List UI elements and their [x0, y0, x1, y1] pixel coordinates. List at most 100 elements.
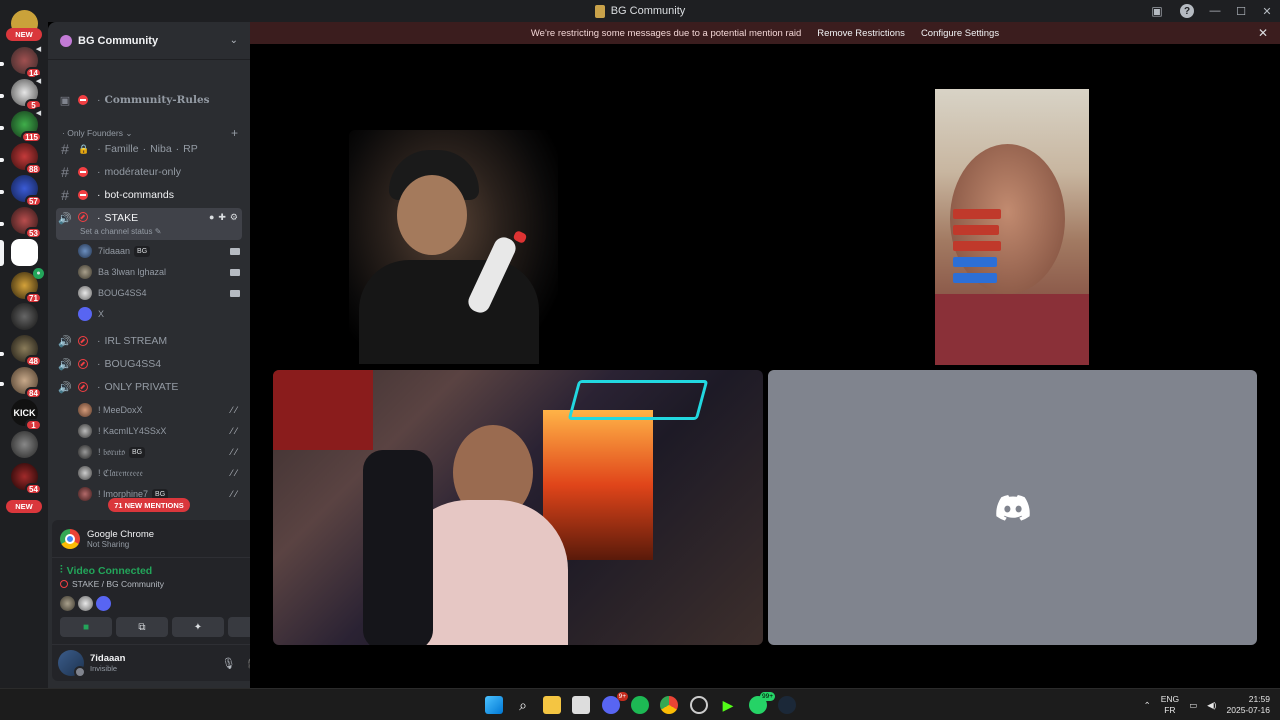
server-icon[interactable]: 54: [11, 463, 42, 495]
file-explorer-icon[interactable]: [543, 696, 561, 714]
channel-label: bot-commands: [104, 189, 174, 201]
voice-user[interactable]: ! 𝔟𝔬𝔯𝔲𝔱𝔬 BG ⁄⁄: [78, 442, 240, 462]
speaker-icon: ◀: [33, 43, 44, 54]
help-icon[interactable]: ?: [1180, 4, 1194, 18]
channel-famille[interactable]: # 🔒 · Famille · Niba · RP: [56, 139, 242, 159]
connection-label[interactable]: Video Connected: [67, 565, 153, 577]
channel-label: STAKE: [104, 212, 139, 224]
voice-user-name: X: [98, 309, 105, 319]
channel-status[interactable]: Set a channel status ✎: [80, 227, 161, 236]
language-indicator[interactable]: ENG FR: [1161, 694, 1179, 716]
raid-notice-bar: We're restricting some messages due to a…: [250, 22, 1280, 45]
new-mentions-pill[interactable]: 71 NEW MENTIONS: [108, 498, 190, 512]
new-unreads-pill[interactable]: NEW: [6, 500, 42, 513]
camera-button[interactable]: ■: [60, 617, 112, 637]
activity-button[interactable]: ✦: [172, 617, 224, 637]
configure-settings-button[interactable]: Configure Settings: [921, 28, 999, 39]
server-icon[interactable]: 88: [11, 143, 42, 175]
remove-restrictions-button[interactable]: Remove Restrictions: [817, 28, 905, 39]
avatar: [78, 307, 92, 321]
close-icon[interactable]: ✕: [1258, 26, 1268, 40]
avatar[interactable]: [58, 650, 86, 678]
volume-icon[interactable]: ◀): [1207, 700, 1216, 711]
text-channel-icon: #: [61, 187, 69, 203]
video-tile[interactable]: [935, 89, 1089, 365]
muted-deafened-icon: ⁄⁄: [230, 489, 240, 499]
server-icon[interactable]: ◀ 115: [11, 107, 44, 143]
inbox-icon[interactable]: ▣: [1142, 0, 1172, 22]
voice-channel-irl-stream[interactable]: 🔊 · IRL STREAM: [56, 331, 242, 351]
voice-location[interactable]: STAKE / BG Community: [72, 579, 164, 589]
avatar[interactable]: [96, 596, 111, 611]
muted-deafened-icon: ⁄⁄: [230, 405, 240, 415]
maximize-button[interactable]: ☐: [1228, 0, 1254, 22]
invite-icon[interactable]: ✚: [218, 212, 226, 223]
voice-user[interactable]: 7idaaan BG: [78, 241, 240, 261]
add-channel-icon[interactable]: +: [231, 126, 238, 140]
windows-start-icon[interactable]: [485, 696, 503, 714]
voice-user[interactable]: BOUG4SS4: [78, 283, 240, 303]
share-screen-button[interactable]: ⧉: [116, 617, 168, 637]
voice-user[interactable]: X: [78, 304, 240, 324]
video-tile[interactable]: [273, 370, 763, 645]
rules-icon: ▣: [59, 94, 71, 107]
clock[interactable]: 21:59 2025-07-16: [1227, 694, 1270, 716]
server-icon[interactable]: ● 71: [11, 268, 44, 304]
voice-channel-only-private[interactable]: 🔊 · ONLY PRIVATE: [56, 377, 242, 397]
server-header[interactable]: BG Community ⌄: [48, 22, 250, 60]
video-tile-camera-off[interactable]: [768, 370, 1257, 645]
chevron-up-icon[interactable]: ⌃: [1144, 700, 1151, 711]
steam-icon[interactable]: [778, 696, 796, 714]
avatar[interactable]: [78, 596, 93, 611]
voice-user-name: ! 𝔟𝔬𝔯𝔲𝔱𝔬: [98, 446, 125, 457]
unread-indicator: [0, 222, 4, 226]
chat-icon[interactable]: ●: [209, 212, 214, 223]
whatsapp-icon[interactable]: 99+: [749, 692, 775, 714]
soundboard-button[interactable]: ✺: [228, 617, 250, 637]
server-icon[interactable]: ◀ 5: [11, 75, 44, 111]
network-icon[interactable]: ▭: [1189, 700, 1197, 711]
spotify-icon[interactable]: [631, 696, 649, 714]
minimize-button[interactable]: —: [1202, 0, 1228, 22]
server-icon[interactable]: 53: [11, 207, 42, 239]
new-unreads-pill[interactable]: NEW: [6, 28, 42, 41]
voice-user[interactable]: ! ℭ𝔩𝔞𝔯𝔢𝔫𝔠𝔢𝔢𝔢𝔢 ⁄⁄: [78, 463, 240, 483]
store-icon[interactable]: [572, 696, 590, 714]
gear-icon[interactable]: ⚙: [230, 212, 238, 223]
avatar: [78, 487, 92, 501]
server-icon-selected[interactable]: [11, 239, 38, 266]
camera-icon: [230, 268, 240, 276]
server-icon[interactable]: 84: [11, 367, 42, 399]
voice-channel-boug4ss4[interactable]: 🔊 · BOUG4SS4: [56, 354, 242, 374]
channel-community-rules[interactable]: ▣ · Community-Rules: [56, 90, 242, 110]
kick-icon[interactable]: ▶: [719, 696, 737, 714]
user-name[interactable]: 7idaaan: [90, 653, 125, 664]
discord-icon[interactable]: 9+: [602, 692, 628, 714]
speaker-icon: ◀: [33, 107, 44, 118]
channel-label: ONLY PRIVATE: [104, 381, 179, 393]
search-icon[interactable]: ⌕: [514, 696, 532, 714]
server-icon[interactable]: 48: [11, 335, 42, 367]
chrome-icon: [60, 528, 80, 549]
close-window-button[interactable]: ✕: [1254, 0, 1280, 22]
channel-bot-commands[interactable]: # · bot-commands: [56, 185, 242, 205]
window-title-text: BG Community: [610, 5, 686, 17]
chrome-taskbar-icon[interactable]: [660, 696, 678, 714]
server-icon[interactable]: KICK 1: [11, 399, 42, 431]
app-icon[interactable]: [690, 696, 708, 714]
voice-user[interactable]: Ba 3lwan lghazal: [78, 262, 240, 282]
microphone-icon[interactable]: 🎙: [221, 657, 235, 670]
voice-channel-stake[interactable]: 🔊 · STAKE ● ✚ ⚙ Set a channel status ✎: [56, 208, 242, 240]
server-icon[interactable]: [11, 303, 38, 330]
channel-moderateur-only[interactable]: # · modérateur-only: [56, 162, 242, 182]
avatar[interactable]: [60, 596, 75, 611]
category-only-founders[interactable]: · Only Founders ⌄ +: [62, 126, 238, 140]
voice-user[interactable]: ! MeeDoxX ⁄⁄: [78, 400, 240, 420]
voice-user[interactable]: ! KacmILY4SSxX ⁄⁄: [78, 421, 240, 441]
user-panel: 7idaaan Invisible 🎙 🎧 ⚙: [52, 644, 250, 681]
chevron-down-icon[interactable]: ⌄: [230, 35, 238, 46]
server-icon[interactable]: 57: [11, 175, 42, 207]
server-icon[interactable]: ◀ 14: [11, 43, 44, 79]
video-tile[interactable]: [349, 130, 558, 364]
server-icon[interactable]: [11, 431, 38, 458]
